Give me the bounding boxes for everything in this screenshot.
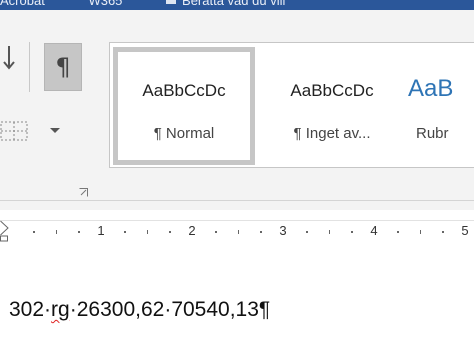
title-doc: W365 bbox=[88, 0, 123, 8]
title-app: Acrobat bbox=[0, 0, 45, 8]
ruler-quarter-dot bbox=[169, 231, 172, 233]
ruler-number: 3 bbox=[279, 223, 287, 238]
ruler-quarter-dot bbox=[396, 231, 399, 233]
ribbon: ¶ AaBbCcDc ¶ Normal AaBbCcDc ¶ Inget av.… bbox=[0, 10, 474, 210]
space-mark: · bbox=[69, 298, 77, 321]
ruler-quarter-dot bbox=[260, 231, 263, 233]
paragraph-dialog-launcher-icon[interactable] bbox=[79, 188, 88, 197]
borders-dropdown-icon[interactable] bbox=[50, 128, 60, 133]
title-text: Acrobat W365 Beratta vad du vill bbox=[0, 0, 325, 8]
styles-gallery: AaBbCcDc ¶ Normal AaBbCcDc ¶ Inget av...… bbox=[109, 42, 474, 168]
document-paragraph[interactable]: 302·rg·26300,62·70540,13¶ bbox=[9, 298, 270, 322]
ruler-half-tick bbox=[328, 230, 330, 234]
document-page[interactable]: 302·rg·26300,62·70540,13¶ bbox=[0, 243, 474, 348]
borders-icon[interactable] bbox=[0, 118, 28, 144]
ruler-quarter-dot bbox=[32, 231, 35, 233]
text-run: 26300,62 bbox=[76, 298, 165, 321]
style-name: Rubr bbox=[416, 125, 449, 142]
ruler-half-tick bbox=[419, 230, 421, 234]
style-normal[interactable]: AaBbCcDc ¶ Normal bbox=[113, 47, 255, 165]
style-sample: AaBbCcDc bbox=[142, 81, 226, 100]
ruler-quarter-dot bbox=[351, 231, 354, 233]
misspelled-word[interactable]: rg bbox=[51, 298, 70, 321]
ribbon-border bbox=[0, 200, 474, 201]
ruler-half-tick bbox=[237, 230, 239, 234]
tell-me-search[interactable]: Beratta vad du vill bbox=[182, 0, 285, 8]
text-run: 70540,13 bbox=[171, 298, 259, 321]
style-name: ¶ Inget av... bbox=[293, 125, 371, 142]
ruler-number: 5 bbox=[461, 223, 469, 238]
ruler-half-tick bbox=[55, 230, 57, 234]
sort-arrow-down-icon[interactable] bbox=[3, 46, 15, 72]
ruler-half-tick bbox=[146, 230, 148, 234]
horizontal-ruler[interactable]: 1 2 3 4 5 bbox=[0, 220, 474, 244]
ruler-number: 1 bbox=[97, 223, 105, 238]
paragraph-mark: ¶ bbox=[258, 298, 271, 321]
lightbulb-icon[interactable] bbox=[166, 0, 177, 4]
ruler-number: 4 bbox=[370, 223, 378, 238]
style-sample: AaB bbox=[408, 75, 454, 102]
left-indent-marker-icon[interactable] bbox=[0, 220, 9, 242]
ruler-quarter-dot bbox=[78, 231, 81, 233]
style-name: ¶ Normal bbox=[153, 125, 215, 142]
ruler-quarter-dot bbox=[214, 231, 217, 233]
style-heading-1[interactable]: AaB Rubr bbox=[404, 47, 474, 165]
space-mark: · bbox=[44, 298, 52, 321]
ruler-quarter-dot bbox=[305, 231, 308, 233]
ribbon-separator bbox=[29, 42, 30, 92]
style-no-spacing[interactable]: AaBbCcDc ¶ Inget av... bbox=[260, 47, 404, 165]
style-sample: AaBbCcDc bbox=[290, 81, 374, 100]
ruler-quarter-dot bbox=[442, 231, 445, 233]
ruler-quarter-dot bbox=[123, 231, 126, 233]
ruler-number: 2 bbox=[188, 223, 196, 238]
title-bar: Acrobat W365 Beratta vad du vill bbox=[0, 0, 474, 10]
text-run: 302 bbox=[9, 298, 45, 321]
show-formatting-button[interactable]: ¶ bbox=[44, 43, 82, 91]
